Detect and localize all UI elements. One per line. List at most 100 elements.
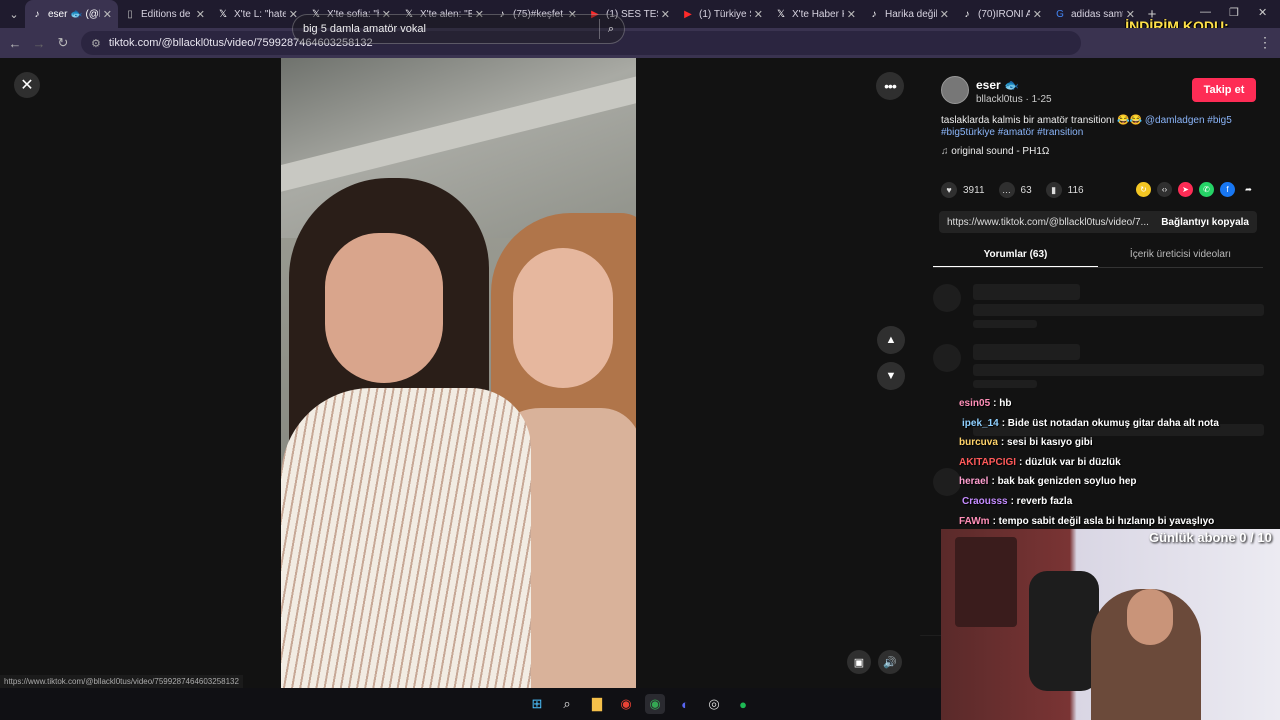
video-stage: ✕ ••• ▲ ▼ ▣ 🔊: [0, 58, 920, 688]
picture-in-picture-icon[interactable]: ▣: [847, 650, 871, 674]
whatsapp-icon[interactable]: ✆: [1199, 182, 1214, 197]
copy-link-button[interactable]: Bağlantıyı kopyala: [1153, 217, 1257, 228]
taskbar: [0, 688, 941, 720]
discord-icon[interactable]: ◐: [675, 694, 695, 714]
person-left-shirt: [281, 388, 531, 688]
previous-video-button[interactable]: ▲: [877, 326, 905, 354]
tiktok-icon: ♪: [34, 8, 40, 20]
minimize-icon[interactable]: —: [1200, 6, 1211, 18]
tab-9[interactable]: ♪ Harika değil ✕: [862, 0, 955, 28]
sound-name: original sound - PH1Ω: [951, 146, 1050, 157]
tab-7[interactable]: ▶ (1) Türkiye S ✕: [676, 0, 769, 28]
reload-icon[interactable]: ↻: [51, 35, 75, 51]
author-name[interactable]: eser 🐟: [976, 78, 1019, 92]
loading-line-placeholder: [973, 380, 1037, 388]
next-video-button[interactable]: ▼: [877, 362, 905, 390]
forward-icon[interactable]: →: [27, 36, 51, 51]
video-caption: taslaklarda kalmis bir amatör transition…: [941, 115, 1261, 139]
tab-divider: [933, 267, 1263, 268]
close-tab-icon[interactable]: ✕: [196, 8, 205, 21]
tab-0[interactable]: ♪ eser 🐟 (@bl✕: [25, 0, 118, 28]
tab-comments[interactable]: Yorumlar (63): [933, 244, 1098, 268]
search-icon[interactable]: ⌕: [557, 694, 577, 714]
tab-search-icon[interactable]: ⌄: [3, 3, 25, 25]
loading-line-placeholder: [973, 364, 1264, 376]
share-icon[interactable]: ➦: [1241, 182, 1256, 197]
tab-creator-videos[interactable]: İçerik üreticisi videoları: [1098, 244, 1263, 268]
chat-text: : reverb fazla: [1010, 496, 1073, 507]
send-icon[interactable]: ➤: [1178, 182, 1193, 197]
file-explorer-icon[interactable]: ▇: [587, 694, 607, 714]
comment-icon: …: [998, 182, 1015, 198]
close-tab-icon[interactable]: ✕: [1033, 8, 1042, 21]
tab-8[interactable]: 𝕏 X'te Haber K ✕: [769, 0, 862, 28]
search-icon[interactable]: ⌕: [608, 23, 614, 36]
chat-text: : sesi bi kasıyo gibi: [1000, 437, 1093, 449]
tab-title: X'te L: "hate: [234, 8, 286, 20]
status-bar-url: https://www.tiktok.com/@bllackl0tus/vide…: [0, 675, 243, 688]
repost-icon[interactable]: ↻: [1136, 182, 1151, 197]
youtube-icon: ▶: [684, 8, 692, 20]
volume-icon[interactable]: 🔊: [878, 650, 902, 674]
tab-1[interactable]: ▯ Editions de F✕: [118, 0, 211, 28]
facebook-icon[interactable]: f: [1220, 182, 1235, 197]
webcam-chair: [1029, 571, 1099, 691]
video-search-bar[interactable]: big 5 damla amatör vokal ⌕: [292, 14, 625, 44]
browser-tab-bar: ⌄ ♪eser 🐟 (@bl✕▯Editions de F✕𝕏X'te L: "…: [0, 0, 1280, 28]
chrome-active-icon[interactable]: ◉: [645, 694, 665, 714]
address-bar-row: ← → ↻ ⚙ tiktok.com/@bllackl0tus/video/75…: [0, 28, 1280, 58]
tiktok-icon: ♪: [964, 8, 970, 20]
spotify-icon[interactable]: ●: [733, 694, 753, 714]
maximize-icon[interactable]: ❐: [1229, 6, 1239, 19]
chat-username: ipek_14: [962, 417, 999, 429]
obs-icon[interactable]: ◎: [704, 694, 724, 714]
chat-username: burcuva: [959, 437, 998, 449]
like-button[interactable]: ♥ 3911: [941, 182, 985, 198]
windows-start-icon[interactable]: ⊞: [527, 694, 547, 714]
avatar[interactable]: [941, 76, 969, 104]
follow-button[interactable]: Takip et: [1192, 78, 1256, 102]
chat-text: : Bide üst notadan okumuş gitar daha alt…: [1001, 417, 1219, 429]
video-link-text[interactable]: https://www.tiktok.com/@bllackl0tus/vide…: [939, 217, 1153, 228]
caption-mention[interactable]: @damladgen: [1145, 115, 1205, 126]
close-tab-icon[interactable]: ✕: [940, 8, 949, 21]
tab-2[interactable]: 𝕏 X'te L: "hate ✕: [211, 0, 304, 28]
tab-title: adidas samt: [1071, 8, 1123, 20]
bookmark-icon: ▮: [1045, 182, 1062, 198]
tab-title: (70)İRONİ A: [978, 8, 1030, 20]
chat-message: Craousss: reverb fazla: [962, 496, 1072, 507]
close-tab-icon[interactable]: ✕: [103, 8, 112, 21]
back-icon[interactable]: ←: [3, 36, 27, 51]
share-row: ↻ ‹› ➤ ✆ f ➦: [1136, 182, 1262, 197]
comment-button[interactable]: … 63: [998, 182, 1032, 198]
tiktok-icon: ♪: [871, 8, 877, 20]
chat-message: FAWm: tempo sabit değil asla bi hızlanıp…: [959, 516, 1214, 527]
tab-title: eser 🐟 (@bl: [48, 8, 100, 20]
like-count: 3911: [963, 184, 985, 196]
chat-username: Craousss: [962, 496, 1008, 507]
sound-link[interactable]: ♫ original sound - PH1Ω: [941, 146, 1049, 157]
save-button[interactable]: ▮ 116: [1045, 182, 1084, 198]
video-player[interactable]: [281, 58, 636, 688]
chat-text: : tempo sabit değil asla bi hızlanıp bi …: [992, 515, 1215, 527]
embed-icon[interactable]: ‹›: [1157, 182, 1172, 197]
chat-username: AKITAPCIGI: [959, 456, 1017, 468]
chat-text: : düzlük var bi düzlük: [1019, 456, 1121, 468]
loading-line-placeholder: [973, 344, 1080, 360]
site-info-icon[interactable]: ⚙: [91, 37, 101, 50]
chat-message: AKITAPCIGI: düzlük var bi düzlük: [959, 457, 1121, 468]
close-tab-icon[interactable]: ✕: [754, 8, 763, 21]
chrome-icon[interactable]: ◉: [616, 694, 636, 714]
chat-message: esin05: hb: [959, 398, 1011, 409]
close-video-button[interactable]: ✕: [14, 72, 40, 98]
heart-icon: ♥: [941, 182, 957, 198]
chat-message: ipek_14: Bide üst notadan okumuş gitar d…: [962, 418, 1219, 429]
author-handle: bllackl0tus · 1-25: [976, 94, 1052, 105]
close-window-icon[interactable]: ✕: [1258, 6, 1267, 19]
tab-10[interactable]: ♪ (70)İRONİ A ✕: [955, 0, 1048, 28]
browser-menu-icon[interactable]: ⋮: [1258, 34, 1272, 51]
more-options-button[interactable]: •••: [876, 72, 904, 100]
close-tab-icon[interactable]: ✕: [661, 8, 670, 21]
loading-line-placeholder: [973, 284, 1080, 300]
close-tab-icon[interactable]: ✕: [847, 8, 856, 21]
